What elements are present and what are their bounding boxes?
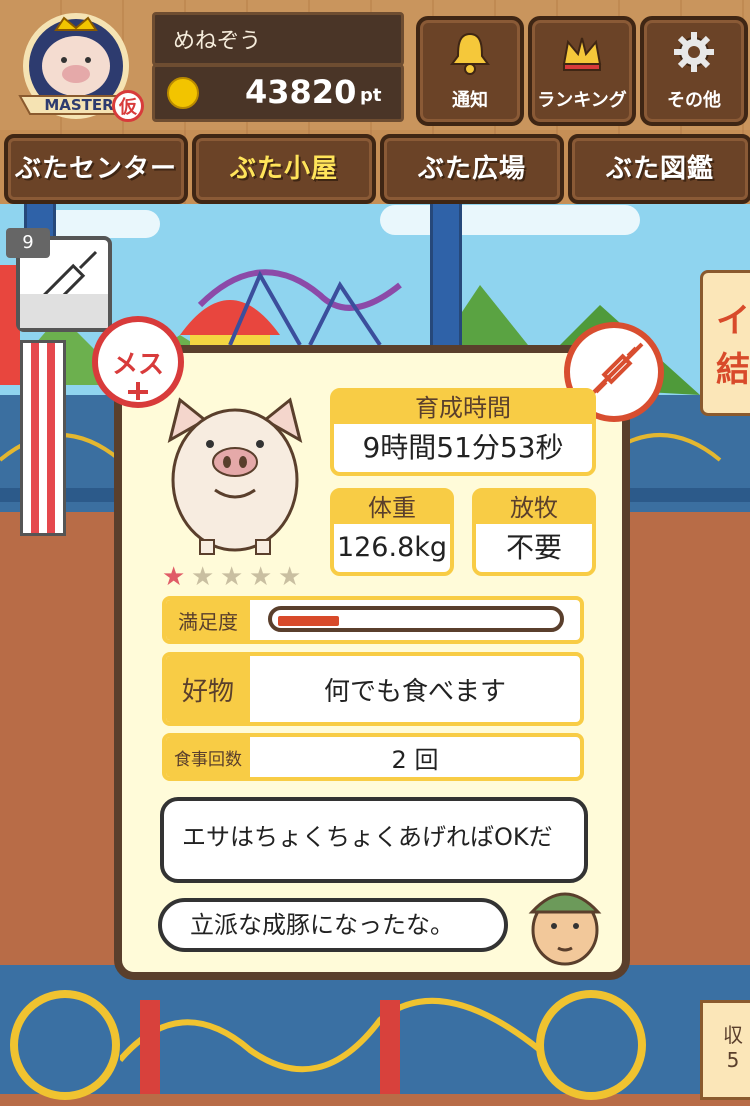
satisfaction-bar bbox=[268, 606, 564, 632]
syringe-tray bbox=[20, 294, 108, 328]
rating-star-icon: ★ bbox=[162, 562, 186, 592]
provisional-badge: 仮 bbox=[112, 90, 144, 122]
grazing-label: 放牧 bbox=[476, 492, 592, 524]
points-plate: 43820 pt bbox=[152, 64, 404, 122]
training-time-label: 育成時間 bbox=[334, 392, 592, 424]
pig-illustration bbox=[167, 397, 303, 555]
satisfaction-label: 満足度 bbox=[166, 600, 250, 640]
side-sign-text: イ bbox=[716, 301, 750, 341]
ranking-button[interactable]: ランキング bbox=[528, 16, 636, 126]
tab-buta-center[interactable]: ぶたセンター bbox=[4, 134, 188, 204]
meal-count-row: 食事回数 2 回 bbox=[162, 733, 584, 781]
points-unit: pt bbox=[360, 85, 382, 106]
points-value: 43820 bbox=[245, 73, 357, 111]
tab-buta-koya[interactable]: ぶた小屋 bbox=[192, 134, 376, 204]
speech-bubble-1: エサはちょくちょくあげればOKだ bbox=[160, 797, 588, 883]
ferris-wheel-icon bbox=[10, 990, 120, 1100]
coin-icon bbox=[167, 77, 199, 109]
other-button[interactable]: その他 bbox=[640, 16, 748, 126]
notification-label: 通知 bbox=[452, 90, 488, 111]
ranking-label: ランキング bbox=[537, 90, 627, 111]
ferris-wheel-icon bbox=[536, 990, 646, 1100]
tab-buta-zukan[interactable]: ぶた図鑑 bbox=[568, 134, 750, 204]
tab-label: ぶた小屋 bbox=[229, 154, 338, 184]
farmer-avatar-icon bbox=[528, 892, 602, 966]
weight-label: 体重 bbox=[334, 492, 450, 524]
favorite-label: 好物 bbox=[166, 656, 250, 722]
notification-button[interactable]: 通知 bbox=[416, 16, 524, 126]
weight-box: 体重 126.8kg bbox=[330, 488, 454, 576]
player-name: めねぞう bbox=[173, 29, 262, 54]
corner-sign-text: 5 bbox=[726, 1048, 740, 1072]
meals-value: 2 回 bbox=[391, 745, 439, 774]
tab-buta-hiroba[interactable]: ぶた広場 bbox=[380, 134, 564, 204]
training-time-value: 9時間51分53秒 bbox=[362, 431, 564, 464]
striped-pillar bbox=[20, 340, 66, 536]
favorite-food-row: 好物 何でも食べます bbox=[162, 652, 584, 726]
rating-star-icon: ★ bbox=[249, 562, 273, 592]
favorite-value: 何でも食べます bbox=[323, 676, 506, 707]
side-sign-text: 結 bbox=[716, 350, 750, 390]
tab-label: ぶた図鑑 bbox=[605, 154, 714, 184]
tab-label: ぶた広場 bbox=[417, 154, 526, 184]
grazing-box: 放牧 不要 bbox=[472, 488, 596, 576]
player-avatar[interactable]: MASTER 仮 bbox=[14, 10, 144, 125]
gear-icon bbox=[674, 32, 714, 72]
dialogue-line-2: 立派な成豚になったな。 bbox=[190, 911, 454, 939]
corner-sign-text: 収 bbox=[723, 1023, 743, 1047]
satisfaction-fill bbox=[278, 616, 339, 626]
speech-bubble-2: 立派な成豚になったな。 bbox=[158, 898, 508, 952]
master-badge-text: MASTER bbox=[44, 96, 114, 114]
side-sign: イ 結 bbox=[700, 270, 750, 416]
corner-sign: 収 5 bbox=[700, 1000, 750, 1100]
other-label: その他 bbox=[667, 90, 721, 111]
grazing-value: 不要 bbox=[505, 531, 562, 564]
bell-icon bbox=[450, 32, 490, 75]
player-name-plate: めねぞう bbox=[152, 12, 404, 66]
weight-value: 126.8kg bbox=[336, 532, 448, 563]
rating-star-icon: ★ bbox=[278, 562, 302, 592]
syringe-count: 9 bbox=[6, 228, 50, 258]
coaster-decoration bbox=[120, 997, 540, 1094]
blue-pole bbox=[430, 196, 462, 352]
meals-label: 食事回数 bbox=[166, 737, 250, 777]
crown-icon bbox=[562, 37, 602, 71]
rating-star-icon: ★ bbox=[220, 562, 244, 592]
tab-label: ぶたセンター bbox=[14, 154, 177, 184]
training-time-box: 育成時間 9時間51分53秒 bbox=[330, 388, 596, 476]
dialogue-line-1: エサはちょくちょくあげればOKだ bbox=[182, 823, 553, 851]
rating-star-icon: ★ bbox=[191, 562, 215, 592]
